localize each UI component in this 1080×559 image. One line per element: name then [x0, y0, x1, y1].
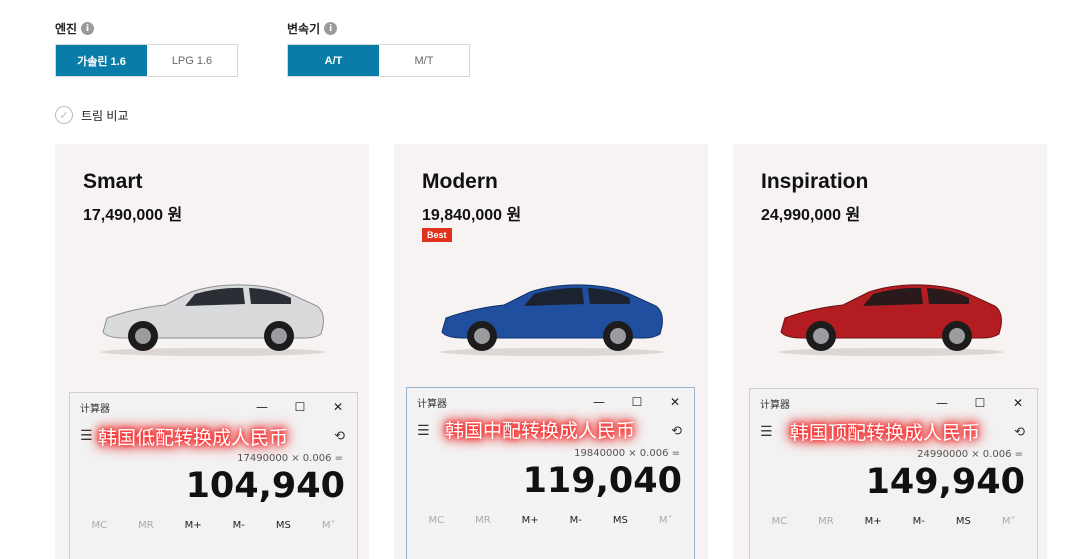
transmission-label: 변속기 i [287, 20, 338, 37]
engine-selector: 가솔린 1.6 LPG 1.6 [55, 44, 238, 77]
history-icon[interactable]: ⟲ [334, 429, 345, 444]
trim-name: Smart [83, 170, 143, 193]
memory-clear-button[interactable]: MC [428, 515, 444, 526]
minimize-icon[interactable]: — [580, 395, 618, 409]
calculator-result: 149,940 [865, 462, 1025, 502]
info-icon[interactable]: i [324, 22, 338, 35]
maximize-icon[interactable]: ☐ [281, 400, 319, 414]
maximize-icon[interactable]: ☐ [961, 396, 999, 410]
calculator-window[interactable]: 计算器 — ☐ ✕ ☰ ⟲ 韩国顶配转换成人民币 24990000 × 0.00… [749, 388, 1038, 559]
best-badge: Best [422, 228, 452, 242]
trim-name: Modern [422, 170, 498, 193]
calculator-expression: 19840000 × 0.006 = [574, 448, 680, 459]
memory-recall-button[interactable]: MR [818, 516, 834, 527]
calculator-title: 计算器 [80, 403, 110, 415]
calculator-title: 计算器 [760, 399, 790, 411]
minimize-icon[interactable]: — [243, 400, 281, 414]
engine-label-text: 엔진 [55, 22, 78, 36]
calculator-titlebar[interactable]: 计算器 — ☐ ✕ [750, 389, 1037, 417]
memory-store-button[interactable]: MS [613, 515, 628, 526]
transmission-selector: A/T M/T [287, 44, 470, 77]
trim-name: Inspiration [761, 170, 869, 193]
check-circle-icon: ✓ [55, 106, 73, 124]
memory-add-button[interactable]: M+ [522, 515, 539, 526]
maximize-icon[interactable]: ☐ [618, 395, 656, 409]
history-icon[interactable]: ⟲ [671, 424, 682, 439]
memory-add-button[interactable]: M+ [865, 516, 882, 527]
page: 엔진 i 가솔린 1.6 LPG 1.6 변속기 i A/T M/T ✓ 트림 … [0, 0, 1080, 559]
history-icon[interactable]: ⟲ [1014, 425, 1025, 440]
memory-add-button[interactable]: M+ [185, 520, 202, 531]
calculator-window[interactable]: 计算器 — ☐ ✕ ☰ ⟲ 韩国中配转换成人民币 19840000 × 0.00… [406, 387, 695, 559]
memory-list-button[interactable]: M˅ [659, 515, 673, 526]
memory-clear-button[interactable]: MC [91, 520, 107, 531]
close-icon[interactable]: ✕ [999, 396, 1037, 410]
close-icon[interactable]: ✕ [656, 395, 694, 409]
menu-icon[interactable]: ☰ [80, 428, 93, 444]
car-image [779, 284, 1003, 356]
trim-compare-label: 트림 비교 [81, 108, 129, 123]
memory-store-button[interactable]: MS [956, 516, 971, 527]
overlay-caption: 韩国低配转换成人民币 [98, 427, 289, 449]
memory-clear-button[interactable]: MC [771, 516, 787, 527]
car-image [440, 284, 664, 356]
engine-option-lpg[interactable]: LPG 1.6 [147, 45, 237, 76]
memory-recall-button[interactable]: MR [475, 515, 491, 526]
info-icon[interactable]: i [81, 22, 95, 35]
trim-compare-toggle[interactable]: ✓ 트림 비교 [55, 106, 129, 124]
car-image [101, 284, 325, 356]
transmission-option-at[interactable]: A/T [288, 45, 379, 76]
calculator-result: 119,040 [522, 461, 682, 501]
trim-price: 17,490,000 원 [83, 207, 183, 224]
calculator-result: 104,940 [185, 466, 345, 506]
overlay-caption: 韩国中配转换成人民币 [445, 420, 636, 442]
memory-recall-button[interactable]: MR [138, 520, 154, 531]
trim-price: 19,840,000 원 [422, 207, 522, 224]
engine-label: 엔진 i [55, 20, 95, 37]
memory-list-button[interactable]: M˅ [322, 520, 336, 531]
calculator-titlebar[interactable]: 计算器 — ☐ ✕ [70, 393, 357, 421]
engine-option-gasoline[interactable]: 가솔린 1.6 [56, 45, 147, 76]
menu-icon[interactable]: ☰ [417, 423, 430, 439]
calculator-expression: 24990000 × 0.006 = [917, 449, 1023, 460]
trim-price: 24,990,000 원 [761, 207, 861, 224]
menu-icon[interactable]: ☰ [760, 424, 773, 440]
minimize-icon[interactable]: — [923, 396, 961, 410]
memory-list-button[interactable]: M˅ [1002, 516, 1016, 527]
overlay-caption: 韩国顶配转换成人民币 [790, 422, 981, 444]
memory-subtract-button[interactable]: M- [233, 520, 245, 531]
memory-subtract-button[interactable]: M- [913, 516, 925, 527]
memory-subtract-button[interactable]: M- [570, 515, 582, 526]
memory-store-button[interactable]: MS [276, 520, 291, 531]
calculator-title: 计算器 [417, 398, 447, 410]
calculator-expression: 17490000 × 0.006 = [237, 453, 343, 464]
calculator-window[interactable]: 计算器 — ☐ ✕ ☰ ⟲ 韩国低配转换成人民币 17490000 × 0.00… [69, 392, 358, 559]
transmission-option-mt[interactable]: M/T [379, 45, 469, 76]
transmission-label-text: 변속기 [287, 22, 321, 36]
close-icon[interactable]: ✕ [319, 400, 357, 414]
calculator-titlebar[interactable]: 计算器 — ☐ ✕ [407, 388, 694, 416]
